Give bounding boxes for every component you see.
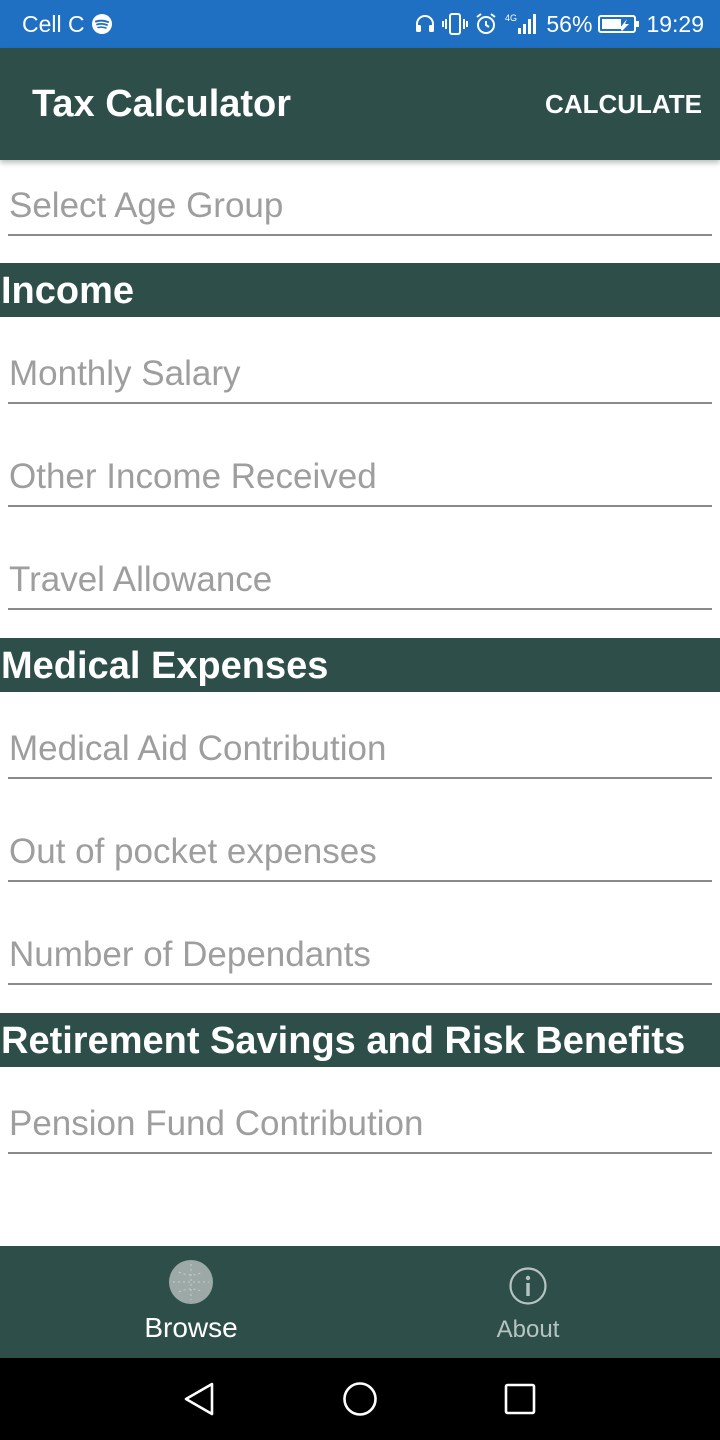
status-right: 4G 56% 19:29 bbox=[414, 0, 704, 48]
dependants-field[interactable] bbox=[8, 913, 712, 985]
system-navigation-bar bbox=[0, 1358, 720, 1440]
nav-about-label: About bbox=[496, 1316, 560, 1343]
other-income-field[interactable] bbox=[8, 435, 712, 507]
travel-allowance-field[interactable] bbox=[8, 538, 712, 610]
pension-fund-field[interactable] bbox=[8, 1082, 712, 1154]
network-type: 4G bbox=[505, 13, 517, 23]
headset-icon bbox=[414, 13, 436, 35]
monthly-salary-field[interactable] bbox=[8, 332, 712, 404]
status-left: Cell C bbox=[22, 0, 113, 48]
battery-percent: 56% bbox=[546, 10, 593, 37]
medical-aid-input[interactable] bbox=[8, 729, 712, 769]
calculate-button[interactable]: CALCULATE bbox=[543, 48, 704, 160]
recents-icon[interactable] bbox=[500, 1379, 540, 1419]
dependants-input[interactable] bbox=[8, 935, 712, 975]
vibrate-icon bbox=[442, 12, 469, 36]
age-group-input[interactable] bbox=[8, 186, 712, 226]
battery-icon bbox=[598, 13, 640, 35]
section-income: Income bbox=[0, 263, 720, 317]
nav-browse[interactable]: Browse bbox=[11, 1246, 371, 1358]
nav-browse-label: Browse bbox=[144, 1312, 238, 1343]
age-group-field[interactable] bbox=[8, 164, 712, 236]
back-icon[interactable] bbox=[180, 1379, 220, 1419]
app-title: Tax Calculator bbox=[32, 83, 292, 125]
carrier-name: Cell C bbox=[22, 10, 85, 37]
travel-allowance-input[interactable] bbox=[8, 560, 712, 600]
bottom-navigation: Browse About bbox=[0, 1246, 720, 1358]
monthly-salary-input[interactable] bbox=[8, 354, 712, 394]
section-retirement: Retirement Savings and Risk Benefits bbox=[0, 1013, 720, 1067]
out-of-pocket-input[interactable] bbox=[8, 832, 712, 872]
alarm-icon bbox=[474, 12, 498, 36]
app-bar: Tax Calculator CALCULATE bbox=[0, 48, 720, 160]
medical-aid-field[interactable] bbox=[8, 707, 712, 779]
info-icon bbox=[508, 1266, 548, 1306]
tax-calculator-screen: Cell C 4G 56% 19:29 Tax Calculator CALCU… bbox=[0, 0, 720, 1440]
home-icon[interactable] bbox=[340, 1379, 380, 1419]
section-medical-expenses: Medical Expenses bbox=[0, 638, 720, 692]
out-of-pocket-field[interactable] bbox=[8, 810, 712, 882]
status-bar: Cell C 4G 56% 19:29 bbox=[0, 0, 720, 48]
signal-icon: 4G bbox=[504, 12, 540, 36]
spotify-icon bbox=[91, 13, 113, 35]
nav-about[interactable]: About bbox=[348, 1246, 708, 1358]
clock: 19:29 bbox=[646, 10, 704, 37]
pension-fund-input[interactable] bbox=[8, 1104, 712, 1144]
globe-icon bbox=[169, 1260, 213, 1304]
other-income-input[interactable] bbox=[8, 457, 712, 497]
